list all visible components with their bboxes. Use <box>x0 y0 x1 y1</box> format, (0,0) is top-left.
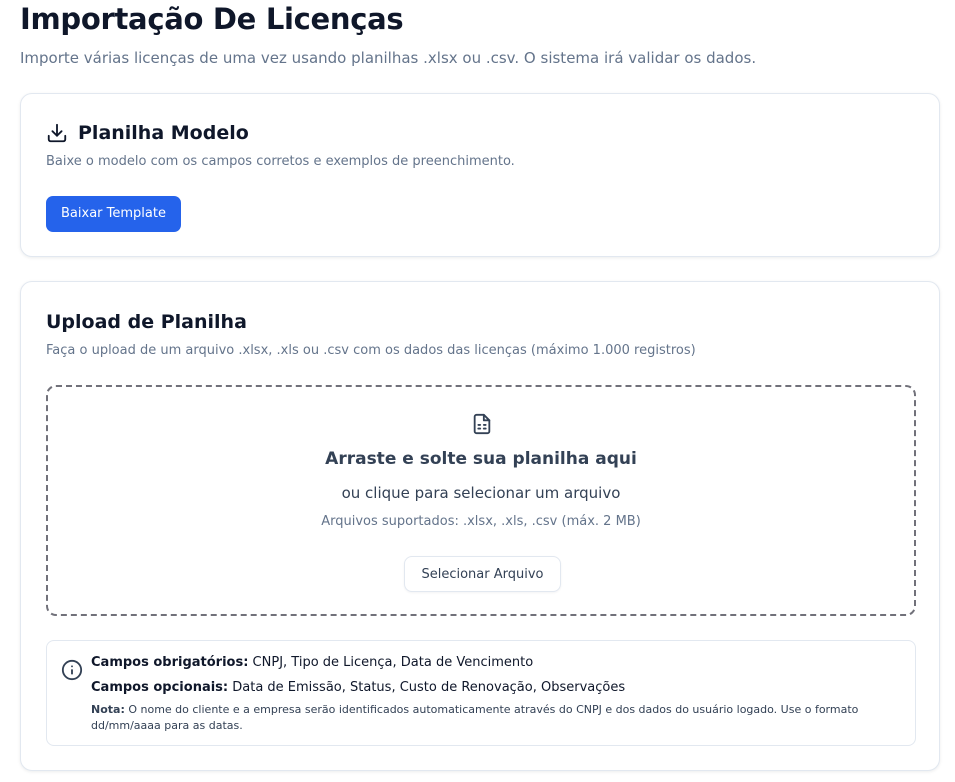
required-fields-value: CNPJ, Tipo de Licença, Data de Venciment… <box>248 655 534 670</box>
upload-card-title: Upload de Planilha <box>46 311 247 333</box>
page-title: Importação De Licenças <box>20 2 404 36</box>
page-subtitle: Importe várias licenças de uma vez usand… <box>20 49 757 67</box>
dropzone-hint: Arquivos suportados: .xlsx, .xls, .csv (… <box>321 514 641 529</box>
template-card: Planilha Modelo Baixe o modelo com os ca… <box>20 93 940 257</box>
upload-card: Upload de Planilha Faça o upload de um a… <box>20 281 940 771</box>
upload-card-description: Faça o upload de um arquivo .xlsx, .xls … <box>46 343 696 358</box>
template-card-header: Planilha Modelo <box>46 120 249 146</box>
dropzone-subtitle: ou clique para selecionar um arquivo <box>341 484 621 502</box>
download-template-button[interactable]: Baixar Template <box>46 196 181 232</box>
template-card-title: Planilha Modelo <box>78 122 249 144</box>
info-note: Nota: O nome do cliente e a empresa serã… <box>91 702 906 734</box>
required-fields: Campos obrigatórios: CNPJ, Tipo de Licen… <box>91 654 533 672</box>
dropzone-title: Arraste e solte sua planilha aqui <box>325 449 637 469</box>
select-file-button[interactable]: Selecionar Arquivo <box>404 556 561 592</box>
optional-fields-label: Campos opcionais: <box>91 680 229 695</box>
optional-fields-value: Data de Emissão, Status, Custo de Renova… <box>228 680 626 695</box>
optional-fields: Campos opcionais: Data de Emissão, Statu… <box>91 679 625 697</box>
fields-info-box: Campos obrigatórios: CNPJ, Tipo de Licen… <box>46 640 916 746</box>
template-card-description: Baixe o modelo com os campos corretos e … <box>46 154 515 169</box>
file-dropzone[interactable]: Arraste e solte sua planilha aqui ou cli… <box>46 385 916 616</box>
note-text: O nome do cliente e a empresa serão iden… <box>91 703 859 732</box>
note-label: Nota: <box>91 703 125 716</box>
required-fields-label: Campos obrigatórios: <box>91 655 249 670</box>
info-icon <box>61 659 83 681</box>
file-spreadsheet-icon <box>471 412 493 436</box>
download-icon <box>46 122 68 144</box>
